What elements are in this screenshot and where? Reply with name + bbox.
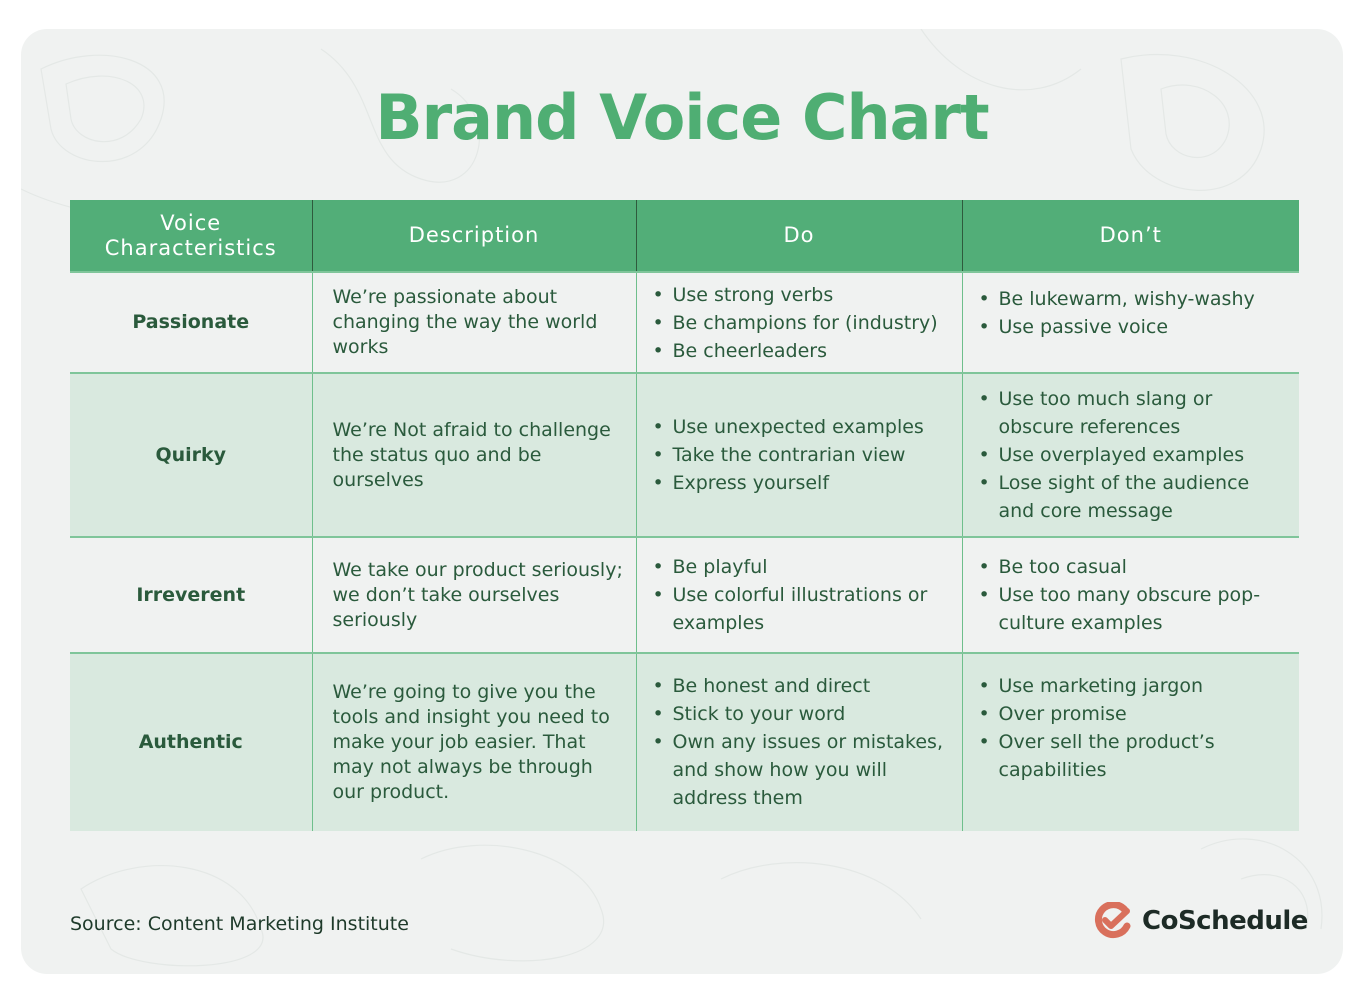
- header-label: Voice Characteristics: [104, 210, 277, 260]
- header-description: Description: [311, 200, 636, 272]
- dont-item: Over sell the product’s capabilities: [979, 728, 1288, 784]
- do-item: Use colorful illustrations or examples: [653, 581, 950, 637]
- do-item: Use unexpected examples: [653, 413, 950, 441]
- do-cell: Be playful Use colorful illustrations or…: [635, 536, 962, 653]
- coschedule-logo: CoSchedule: [1094, 902, 1308, 940]
- table-row: Passionate We’re passionate about changi…: [70, 271, 1299, 373]
- do-item: Stick to your word: [653, 700, 950, 728]
- infographic-card: Brand Voice Chart Voice Characteristics …: [21, 29, 1343, 974]
- dont-item: Use too much slang or obscure references: [979, 385, 1288, 441]
- dont-list: Use marketing jargon Over promise Over s…: [979, 672, 1288, 784]
- dont-item: Use passive voice: [979, 313, 1288, 341]
- header-voice-characteristics: Voice Characteristics: [70, 200, 312, 272]
- do-list: Be honest and direct Stick to your word …: [653, 672, 950, 812]
- dont-item: Use overplayed examples: [979, 441, 1288, 469]
- dont-cell: Be too casual Use too many obscure pop-c…: [961, 536, 1299, 653]
- table-row: Irreverent We take our product seriously…: [70, 536, 1299, 653]
- do-item: Own any issues or mistakes, and show how…: [653, 728, 950, 812]
- do-cell: Use strong verbs Be champions for (indus…: [635, 271, 962, 373]
- coschedule-check-icon: [1095, 902, 1131, 939]
- dont-item: Be too casual: [979, 553, 1288, 581]
- dont-cell: Use marketing jargon Over promise Over s…: [961, 652, 1299, 831]
- source-credit: Source: Content Marketing Institute: [70, 913, 409, 935]
- dont-cell: Be lukewarm, wishy-washy Use passive voi…: [961, 271, 1299, 373]
- characteristic-cell: Authentic: [70, 652, 312, 831]
- brand-voice-table: Voice Characteristics Description Do Don…: [70, 200, 1299, 831]
- table-header-row: Voice Characteristics Description Do Don…: [70, 200, 1299, 272]
- table-row: Quirky We’re Not afraid to challenge the…: [70, 372, 1299, 537]
- do-list: Use strong verbs Be champions for (indus…: [653, 281, 950, 365]
- do-item: Be champions for (industry): [653, 309, 950, 337]
- description-cell: We’re going to give you the tools and in…: [311, 652, 636, 831]
- dont-item: Use too many obscure pop-culture example…: [979, 581, 1288, 637]
- table-row: Authentic We’re going to give you the to…: [70, 652, 1299, 831]
- do-item: Take the contrarian view: [653, 441, 950, 469]
- do-list: Use unexpected examples Take the contrar…: [653, 413, 950, 497]
- description-cell: We’re Not afraid to challenge the status…: [311, 372, 636, 537]
- characteristic-cell: Passionate: [70, 271, 312, 373]
- do-cell: Use unexpected examples Take the contrar…: [635, 372, 962, 537]
- dont-list: Use too much slang or obscure references…: [979, 385, 1288, 525]
- header-dont: Don’t: [961, 200, 1299, 272]
- do-list: Be playful Use colorful illustrations or…: [653, 553, 950, 637]
- do-item: Be cheerleaders: [653, 337, 950, 365]
- description-cell: We’re passionate about changing the way …: [311, 271, 636, 373]
- do-item: Use strong verbs: [653, 281, 950, 309]
- do-item: Be honest and direct: [653, 672, 950, 700]
- dont-item: Use marketing jargon: [979, 672, 1288, 700]
- description-cell: We take our product seriously; we don’t …: [311, 536, 636, 653]
- do-item: Express yourself: [653, 469, 950, 497]
- dont-item: Lose sight of the audience and core mess…: [979, 469, 1288, 525]
- header-do: Do: [635, 200, 962, 272]
- dont-cell: Use too much slang or obscure references…: [961, 372, 1299, 537]
- characteristic-cell: Irreverent: [70, 536, 312, 653]
- dont-list: Be lukewarm, wishy-washy Use passive voi…: [979, 285, 1288, 341]
- do-item: Be playful: [653, 553, 950, 581]
- page-title: Brand Voice Chart: [375, 81, 989, 154]
- dont-item: Over promise: [979, 700, 1288, 728]
- do-cell: Be honest and direct Stick to your word …: [635, 652, 962, 831]
- dont-item: Be lukewarm, wishy-washy: [979, 285, 1288, 313]
- characteristic-cell: Quirky: [70, 372, 312, 537]
- dont-list: Be too casual Use too many obscure pop-c…: [979, 553, 1288, 637]
- logo-wordmark: CoSchedule: [1142, 906, 1308, 936]
